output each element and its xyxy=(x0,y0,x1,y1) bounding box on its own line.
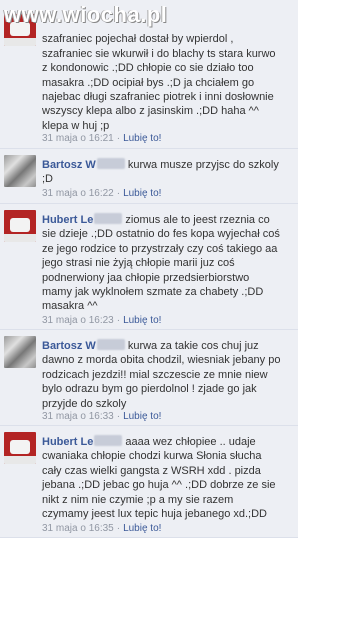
comment-item: Bartosz W kurwa za takie cos chuj juz da… xyxy=(0,330,298,426)
comment-item: Hubert Le ziomus ale to jeest rzeznia co… xyxy=(0,204,298,330)
comment-meta: 31 maja o 16:33 · Lubię to! xyxy=(42,411,162,422)
avatar[interactable] xyxy=(4,210,36,242)
comment-body: szafraniec pojechał dostał by wpierdol ,… xyxy=(42,33,276,132)
comment-text: szafraniec pojechał dostał by wpierdol ,… xyxy=(42,18,282,133)
comment-meta: 31 maja o 16:22 · Lubię to! xyxy=(42,188,162,199)
comment-author[interactable]: Hubert Le xyxy=(42,436,93,448)
comment-timestamp[interactable]: 31 maja o 16:35 xyxy=(42,523,114,534)
comment-timestamp[interactable]: 31 maja o 16:22 xyxy=(42,188,114,199)
comment-item: Bartosz W kurwa musze przyjsc do szkoly … xyxy=(0,149,298,204)
comment-timestamp[interactable]: 31 maja o 16:23 xyxy=(42,315,114,326)
like-link[interactable]: Lubię to! xyxy=(123,133,161,144)
comment-text: Hubert Le aaaa wez chłopiee .. udaje cwa… xyxy=(42,435,282,521)
comment-author[interactable]: Hubert Le xyxy=(42,214,93,226)
comment-meta: 31 maja o 16:35 · Lubię to! xyxy=(42,523,162,534)
like-link[interactable]: Lubię to! xyxy=(123,523,161,534)
redaction-blur xyxy=(96,158,125,169)
comment-timestamp[interactable]: 31 maja o 16:21 xyxy=(42,133,114,144)
redaction-blur xyxy=(96,339,125,350)
comment-text: Bartosz W kurwa musze przyjsc do szkoly … xyxy=(42,158,282,187)
like-link[interactable]: Lubię to! xyxy=(123,315,161,326)
site-watermark: www.wiocha.pl xyxy=(4,2,168,27)
comment-meta: 31 maja o 16:23 · Lubię to! xyxy=(42,315,162,326)
comment-body: ziomus ale to jeest rzeznia co sie dziej… xyxy=(42,214,280,313)
like-link[interactable]: Lubię to! xyxy=(123,188,161,199)
redaction-blur xyxy=(94,213,123,224)
like-link[interactable]: Lubię to! xyxy=(123,411,161,422)
redaction-blur xyxy=(94,435,123,446)
avatar[interactable] xyxy=(4,336,36,368)
comment-meta: 31 maja o 16:21 · Lubię to! xyxy=(42,133,162,144)
comment-body: aaaa wez chłopiee .. udaje cwaniaka chło… xyxy=(42,436,276,521)
avatar[interactable] xyxy=(4,432,36,464)
comment-author[interactable]: Bartosz W xyxy=(42,159,96,171)
comment-timestamp[interactable]: 31 maja o 16:33 xyxy=(42,411,114,422)
comment-item: Hubert Le aaaa wez chłopiee .. udaje cwa… xyxy=(0,426,298,538)
avatar[interactable] xyxy=(4,155,36,187)
comment-text: Bartosz W kurwa za takie cos chuj juz da… xyxy=(42,339,282,411)
comment-author[interactable]: Bartosz W xyxy=(42,340,96,352)
comment-text: Hubert Le ziomus ale to jeest rzeznia co… xyxy=(42,213,282,314)
